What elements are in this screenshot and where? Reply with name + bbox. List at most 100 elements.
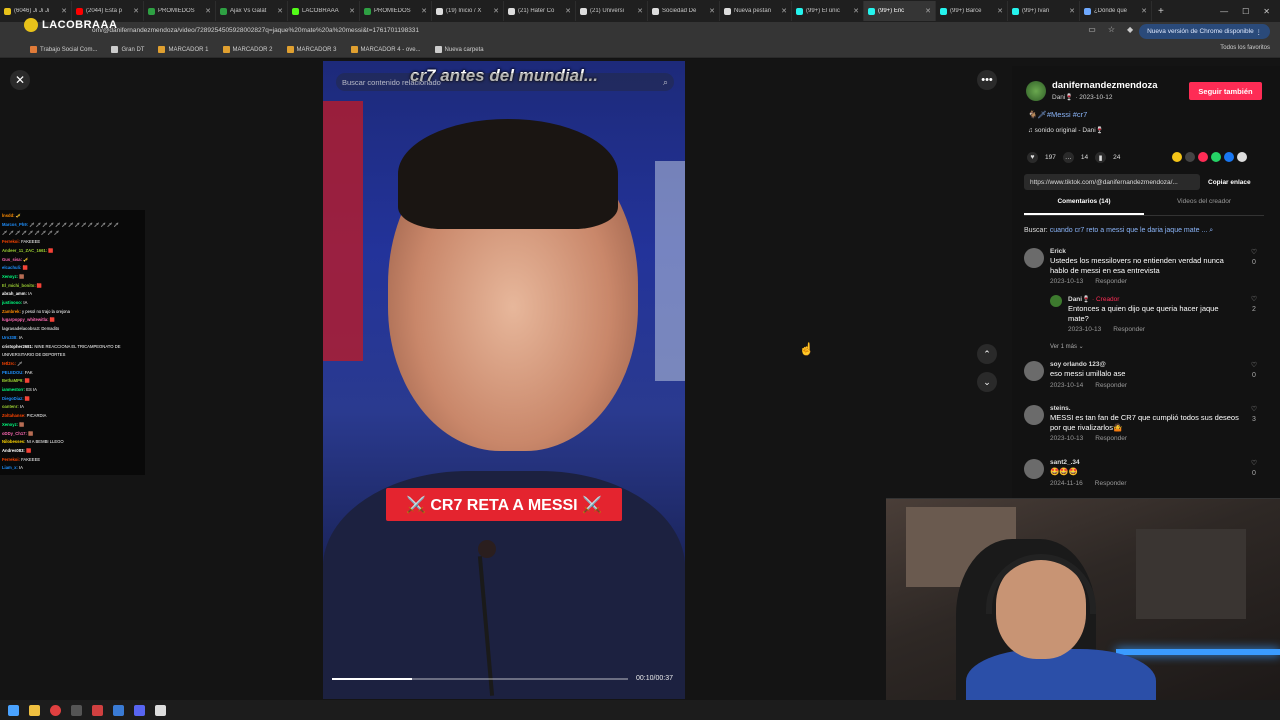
copy-link-button[interactable]: Copiar enlace	[1208, 179, 1251, 186]
previous-video-button[interactable]: ⌃	[977, 344, 997, 364]
bookmark-icon[interactable]: ▮	[1095, 152, 1107, 163]
browser-tab[interactable]: (99+) Barce ✕	[936, 1, 1008, 21]
obs-icon[interactable]	[71, 704, 82, 716]
creator-info[interactable]: danifernandezmendoza Dani🍷 · 2023-10-12	[1026, 80, 1158, 101]
chat-username[interactable]: El_michi_bonito:	[2, 283, 37, 288]
chat-username[interactable]: Ferrekoi:	[2, 239, 21, 244]
heart-icon[interactable]: ♡	[1250, 361, 1258, 371]
tab-close-icon[interactable]: ✕	[61, 7, 67, 15]
share-icon[interactable]	[1198, 152, 1208, 162]
chrome-icon[interactable]	[50, 704, 61, 716]
avatar[interactable]	[1024, 248, 1044, 268]
browser-tab[interactable]: (21) Hater Co ✕	[504, 1, 576, 21]
tab-creator-videos[interactable]: Videos del creador	[1144, 198, 1264, 215]
comment-icon[interactable]: …	[1062, 152, 1074, 163]
close-window-icon[interactable]: ✕	[1263, 7, 1270, 16]
chat-username[interactable]: Ferrekoi:	[2, 457, 21, 462]
windows-start-icon[interactable]	[8, 704, 19, 716]
comment-like[interactable]: ♡ 0	[1250, 361, 1258, 381]
chat-username[interactable]: Uro338:	[2, 335, 19, 340]
heart-icon[interactable]: ♥	[1027, 152, 1038, 163]
chat-username[interactable]: ianmestorr:	[2, 387, 26, 392]
new-tab-button[interactable]: +	[1152, 6, 1170, 17]
chat-username[interactable]: oDDy_Ch17:	[2, 431, 28, 436]
tab-close-icon[interactable]: ✕	[637, 7, 643, 15]
tab-close-icon[interactable]: ✕	[565, 7, 571, 15]
heart-icon[interactable]: ♡	[1250, 459, 1258, 469]
chat-username[interactable]: tetl2rc:	[2, 361, 17, 366]
tab-close-icon[interactable]: ✕	[349, 7, 355, 15]
follow-button[interactable]: Seguir también	[1189, 82, 1262, 100]
browser-tab[interactable]: (19) Inicio / X ✕	[432, 1, 504, 21]
video-progress-bar[interactable]	[332, 678, 628, 680]
bookmark-item[interactable]: Nueva carpeta	[434, 46, 484, 53]
share-icon[interactable]	[1185, 152, 1195, 162]
more-options-icon[interactable]: •••	[977, 70, 997, 90]
comment-like[interactable]: ♡ 0	[1250, 248, 1258, 268]
chat-username[interactable]: Xenoyz:	[2, 274, 19, 279]
maximize-icon[interactable]: ☐	[1242, 7, 1249, 16]
chat-username[interactable]: Marcos_Ph9:	[2, 222, 29, 227]
browser-tab[interactable]: Ajax Vs Galat ✕	[216, 1, 288, 21]
bookmark-item[interactable]: MARCADOR 1	[158, 46, 209, 53]
tab-close-icon[interactable]: ✕	[781, 7, 787, 15]
minimize-icon[interactable]: —	[1220, 7, 1228, 16]
tab-close-icon[interactable]: ✕	[925, 7, 931, 15]
tab-close-icon[interactable]: ✕	[277, 7, 283, 15]
heart-icon[interactable]: ♡	[1250, 295, 1258, 305]
search-icon[interactable]: ⌕	[663, 77, 668, 88]
reply-button[interactable]: Responder	[1095, 278, 1127, 285]
heart-icon[interactable]: ♡	[1250, 248, 1258, 258]
avatar[interactable]	[1050, 295, 1062, 307]
tab-close-icon[interactable]: ✕	[1069, 7, 1075, 15]
comment-author[interactable]: Erick	[1050, 248, 1240, 255]
chat-username[interactable]: oantenr:	[2, 404, 20, 409]
video-player[interactable]	[323, 61, 685, 699]
chat-username[interactable]: DiegoDiaz:	[2, 396, 25, 401]
related-search-input[interactable]: Buscar contenido relacionado ⌕	[336, 73, 674, 91]
share-icon[interactable]	[1211, 152, 1221, 162]
avatar[interactable]	[1024, 459, 1044, 479]
browser-tab[interactable]: ¿Dónde que ✕	[1080, 1, 1152, 21]
tab-close-icon[interactable]: ✕	[493, 7, 499, 15]
tab-close-icon[interactable]: ✕	[709, 7, 715, 15]
address-bar[interactable]: om/@danifernandezmendoza/video/728925450…	[92, 27, 419, 34]
chat-username[interactable]: Andeer_11_ZAC_1661:	[2, 248, 48, 253]
search-suggestion[interactable]: Buscar: cuando cr7 reto a messi que le d…	[1024, 227, 1213, 235]
browser-tab[interactable]: PROMIEDOS ✕	[360, 1, 432, 21]
avatar[interactable]	[1024, 361, 1044, 381]
bookmark-star-icon[interactable]: ☆	[1108, 25, 1115, 34]
share-icon[interactable]	[1237, 152, 1247, 162]
tab-close-icon[interactable]: ✕	[133, 7, 139, 15]
bookmark-item[interactable]: Trabajo Social Com...	[30, 46, 97, 53]
discord-icon[interactable]	[134, 704, 145, 716]
cast-icon[interactable]: ▭	[1088, 25, 1096, 34]
avatar[interactable]	[1024, 405, 1044, 425]
tab-close-icon[interactable]: ✕	[205, 7, 211, 15]
avatar[interactable]	[1026, 80, 1046, 101]
chat-username[interactable]: justinooo:	[2, 300, 23, 305]
app-icon[interactable]	[92, 704, 103, 716]
app-icon[interactable]	[155, 704, 166, 716]
comment-author[interactable]: Dani🍷 · Creador	[1068, 295, 1240, 303]
chat-username[interactable]: Liam_x:	[2, 465, 19, 470]
comment-like[interactable]: ♡ 2	[1250, 295, 1258, 315]
tab-close-icon[interactable]: ✕	[1141, 7, 1147, 15]
tab-close-icon[interactable]: ✕	[997, 7, 1003, 15]
chat-username[interactable]: lnsdd:	[2, 213, 16, 218]
browser-tab[interactable]: (99+) Ivan ✕	[1008, 1, 1080, 21]
video-link-field[interactable]: https://www.tiktok.com/@danifernandezmen…	[1024, 174, 1200, 190]
chat-username[interactable]: lugarpoppy_whitewitla:	[2, 317, 50, 322]
chat-username[interactable]: abrah_amm:	[2, 291, 28, 296]
reply-button[interactable]: Responder	[1095, 382, 1127, 389]
chat-username[interactable]: Xenoyz:	[2, 422, 19, 427]
file-explorer-icon[interactable]	[29, 704, 40, 716]
video-description[interactable]: 🐐🗡#Messi #cr7	[1028, 110, 1087, 119]
comment-like[interactable]: ♡ 0	[1250, 459, 1258, 479]
view-more-replies-button[interactable]: Ver 1 más ⌄	[1050, 343, 1084, 350]
tab-close-icon[interactable]: ✕	[853, 7, 859, 15]
browser-tab[interactable]: PROMIEDOS ✕	[144, 1, 216, 21]
browser-tab[interactable]: (99+) Enc ✕	[864, 1, 936, 21]
heart-icon[interactable]: ♡	[1250, 405, 1258, 415]
chat-username[interactable]: cristopher2681:	[2, 344, 34, 349]
